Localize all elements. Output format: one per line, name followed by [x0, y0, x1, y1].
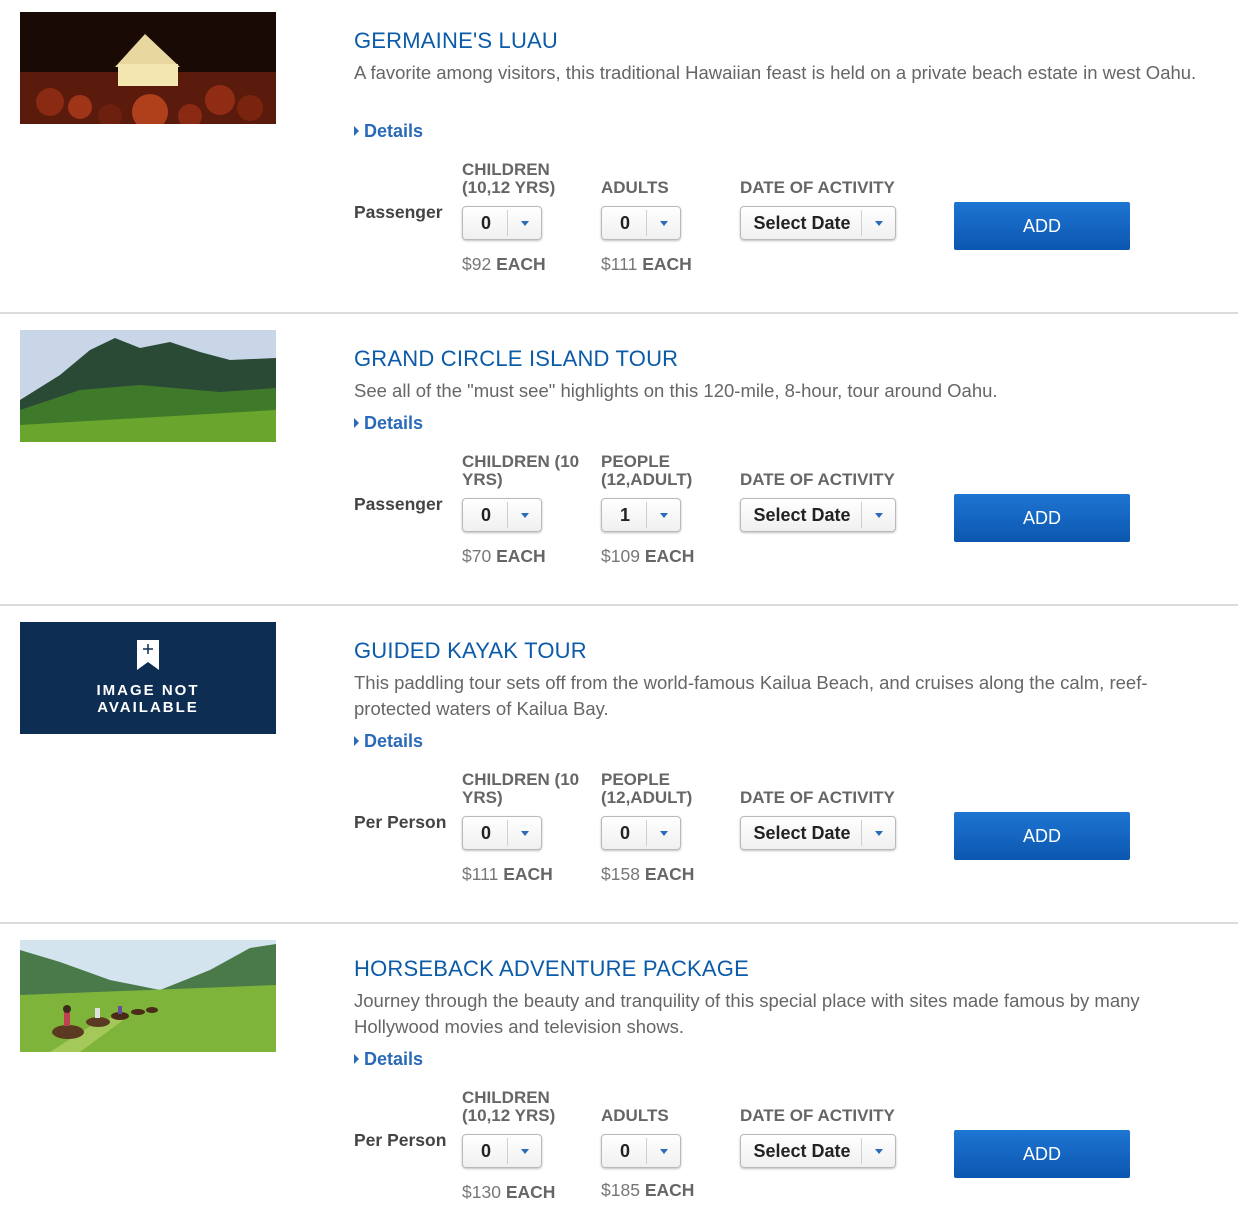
- date-select[interactable]: Select Date: [740, 816, 896, 850]
- activity-title[interactable]: GUIDED KAYAK TOUR: [354, 638, 587, 664]
- details-link[interactable]: Details: [354, 413, 423, 434]
- pricing-label: Passenger: [354, 202, 443, 222]
- divider: [0, 312, 1238, 314]
- divider: [0, 604, 1238, 606]
- chevron-down-icon: [861, 1138, 895, 1164]
- chevron-down-icon: [507, 820, 541, 846]
- people-quantity-select[interactable]: 1: [601, 498, 681, 532]
- children-price: $92 EACH: [462, 254, 546, 274]
- adults-quantity-select[interactable]: 0: [601, 206, 681, 240]
- details-link[interactable]: Details: [354, 1049, 423, 1070]
- image-placeholder-text: IMAGE NOT AVAILABLE: [96, 682, 200, 716]
- adults-price: $111 EACH: [601, 254, 692, 274]
- chevron-down-icon: [646, 1138, 680, 1164]
- activity-title[interactable]: GRAND CIRCLE ISLAND TOUR: [354, 346, 678, 372]
- details-link[interactable]: Details: [354, 731, 423, 752]
- chevron-down-icon: [646, 820, 680, 846]
- add-button[interactable]: ADD: [954, 202, 1130, 250]
- children-header: CHILDREN (10 YRS): [462, 770, 580, 807]
- children-header: CHILDREN (10 YRS): [462, 452, 580, 489]
- adults-header: ADULTS: [601, 178, 669, 197]
- caret-right-icon: [354, 1054, 359, 1064]
- chevron-down-icon: [861, 210, 895, 236]
- children-price: $70 EACH: [462, 546, 546, 566]
- details-label: Details: [364, 731, 424, 751]
- activity-title[interactable]: GERMAINE'S LUAU: [354, 28, 558, 54]
- people-price: $109 EACH: [601, 546, 695, 566]
- chevron-down-icon: [646, 210, 680, 236]
- adults-header: ADULTS: [601, 1106, 669, 1125]
- date-header: DATE OF ACTIVITY: [740, 788, 895, 807]
- details-label: Details: [364, 413, 424, 433]
- divider: [0, 922, 1238, 924]
- caret-right-icon: [354, 126, 359, 136]
- mountain-image: [20, 330, 276, 442]
- children-quantity-select[interactable]: 0: [462, 816, 542, 850]
- pricing-label: Per Person: [354, 812, 447, 832]
- date-select[interactable]: Select Date: [740, 498, 896, 532]
- date-header: DATE OF ACTIVITY: [740, 1106, 895, 1125]
- children-header: CHILDREN (10,12 YRS): [462, 1088, 556, 1125]
- activity-description: See all of the "must see" highlights on …: [354, 380, 998, 401]
- activity-title[interactable]: HORSEBACK ADVENTURE PACKAGE: [354, 956, 749, 982]
- children-price: $111 EACH: [462, 864, 553, 884]
- details-label: Details: [364, 1049, 424, 1069]
- chevron-down-icon: [861, 820, 895, 846]
- children-quantity-select[interactable]: 0: [462, 498, 542, 532]
- adults-price: $185 EACH: [601, 1180, 695, 1200]
- add-button[interactable]: ADD: [954, 1130, 1130, 1178]
- children-header: CHILDREN (10,12 YRS): [462, 160, 556, 197]
- children-price: $130 EACH: [462, 1182, 556, 1202]
- activity-description: Journey through the beauty and tranquili…: [354, 990, 1140, 1037]
- people-price: $158 EACH: [601, 864, 695, 884]
- caret-right-icon: [354, 418, 359, 428]
- caret-right-icon: [354, 736, 359, 746]
- luau-image: [20, 12, 276, 124]
- horseback-image: [20, 940, 276, 1052]
- add-button[interactable]: ADD: [954, 494, 1130, 542]
- date-header: DATE OF ACTIVITY: [740, 178, 895, 197]
- children-quantity-select[interactable]: 0: [462, 206, 542, 240]
- children-quantity-select[interactable]: 0: [462, 1134, 542, 1168]
- pricing-label: Passenger: [354, 494, 443, 514]
- people-header: PEOPLE (12,ADULT): [601, 770, 693, 807]
- activity-description: A favorite among visitors, this traditio…: [354, 62, 1197, 83]
- chevron-down-icon: [646, 502, 680, 528]
- date-select[interactable]: Select Date: [740, 206, 896, 240]
- date-header: DATE OF ACTIVITY: [740, 470, 895, 489]
- people-header: PEOPLE (12,ADULT): [601, 452, 693, 489]
- chevron-down-icon: [507, 210, 541, 236]
- chevron-down-icon: [861, 502, 895, 528]
- adults-quantity-select[interactable]: 0: [601, 1134, 681, 1168]
- pricing-label: Per Person: [354, 1130, 447, 1150]
- people-quantity-select[interactable]: 0: [601, 816, 681, 850]
- chevron-down-icon: [507, 1138, 541, 1164]
- add-button[interactable]: ADD: [954, 812, 1130, 860]
- activity-description: This paddling tour sets off from the wor…: [354, 672, 1148, 719]
- details-link[interactable]: Details: [354, 121, 423, 142]
- details-label: Details: [364, 121, 424, 141]
- image-not-available-placeholder: IMAGE NOT AVAILABLE: [20, 622, 276, 734]
- date-select[interactable]: Select Date: [740, 1134, 896, 1168]
- chevron-down-icon: [507, 502, 541, 528]
